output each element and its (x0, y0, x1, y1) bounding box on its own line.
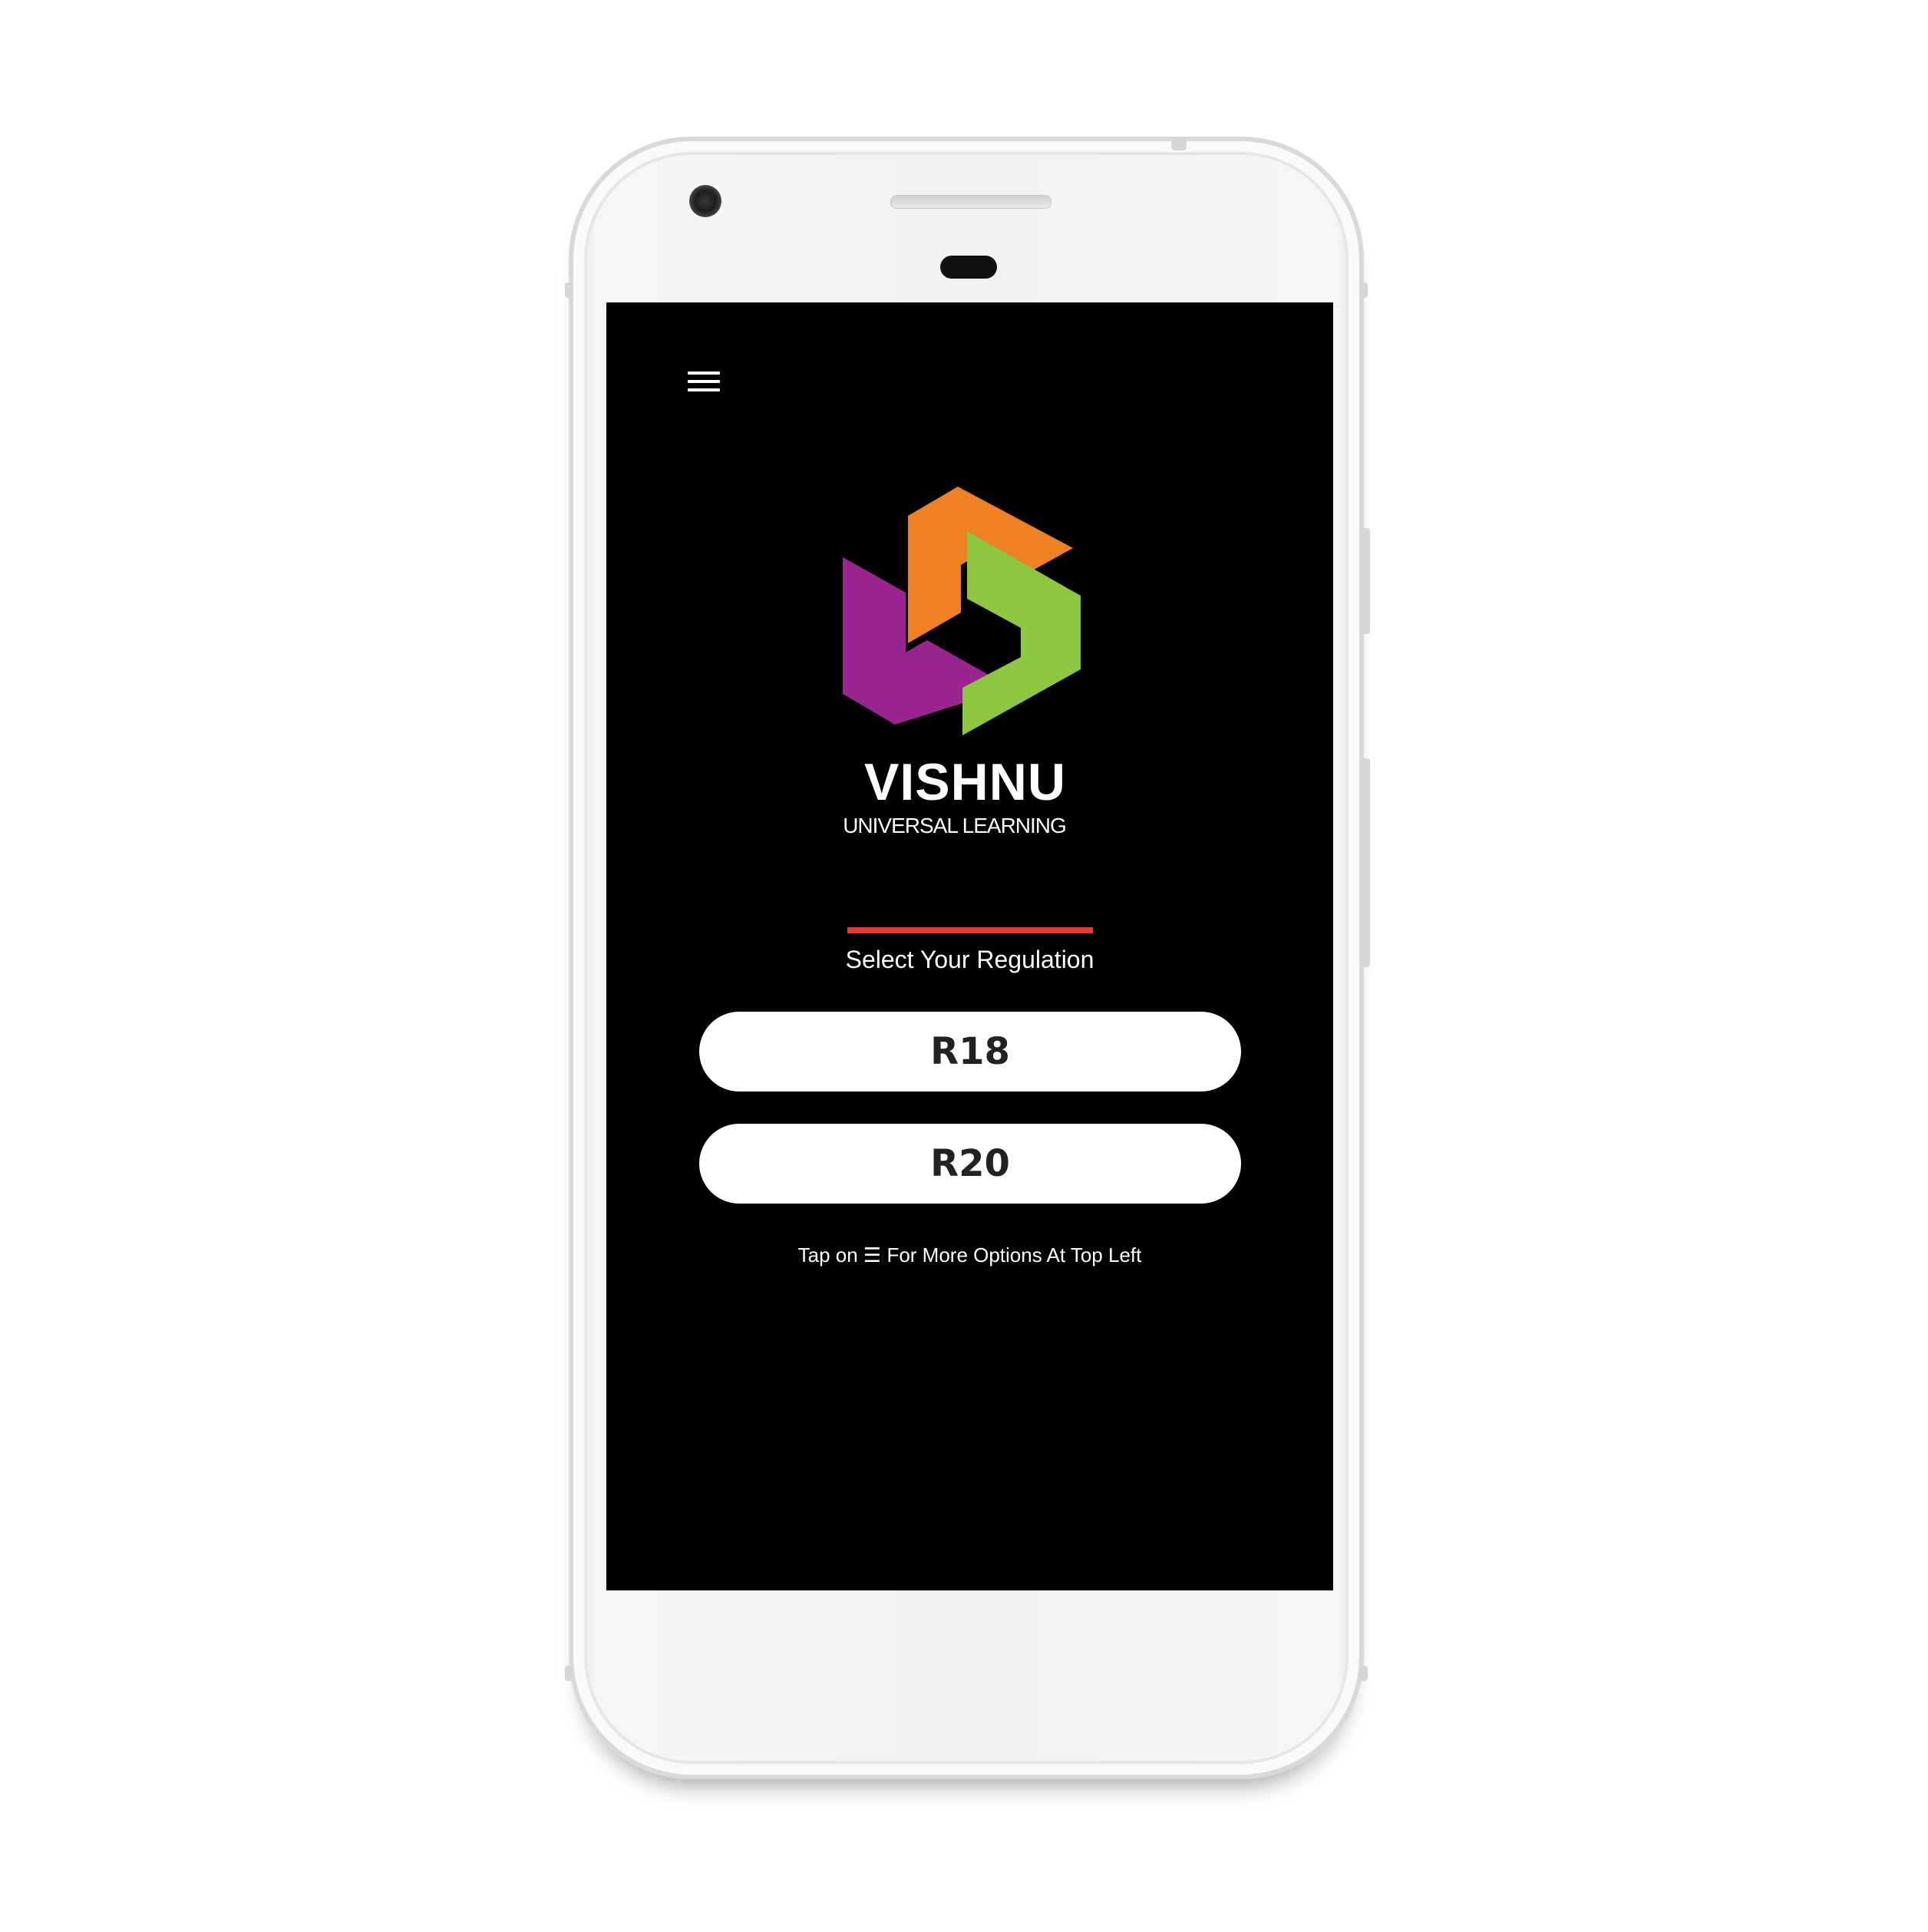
earpiece-speaker (890, 195, 1051, 209)
menu-line (688, 372, 720, 375)
app-screen: VISHNU UNIVERSAL LEARNING Select Your Re… (606, 302, 1333, 1590)
accent-divider (847, 927, 1093, 933)
phone-antenna-band (1360, 282, 1368, 298)
vishnu-logo (843, 487, 1081, 735)
regulation-prompt: Select Your Regulation (845, 946, 1094, 973)
menu-line (688, 388, 720, 391)
phone-antenna-band (565, 1666, 573, 1681)
menu-hint-text: Tap on ☰ For More Options At Top Left (797, 1243, 1142, 1267)
hamburger-menu-icon[interactable] (688, 372, 720, 399)
phone-volume-button (1361, 758, 1370, 967)
phone-top-button (1171, 137, 1187, 150)
brand-subtitle: UNIVERSAL LEARNING (843, 814, 1067, 837)
brand-name: VISHNU (864, 753, 1066, 811)
menu-line (688, 380, 720, 383)
phone-antenna-band (565, 282, 573, 298)
front-camera (689, 185, 721, 217)
phone-power-button (1361, 528, 1370, 634)
proximity-sensor (940, 256, 997, 279)
phone-antenna-band (1360, 1666, 1368, 1681)
r20-button[interactable]: R20 (699, 1124, 1241, 1204)
r18-button[interactable]: R18 (699, 1012, 1241, 1091)
